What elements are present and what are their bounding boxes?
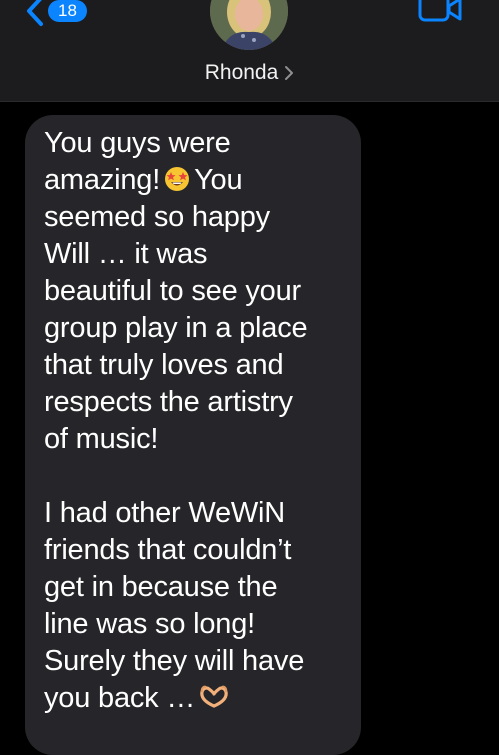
contact-avatar[interactable]: [210, 0, 288, 50]
back-button[interactable]: 18: [24, 0, 87, 28]
chevron-right-icon: [285, 66, 294, 80]
message-line: Will … it was: [44, 238, 208, 270]
message-line: amazing! You: [44, 162, 343, 199]
message-text: amazing!: [44, 164, 161, 196]
message-line: I had other WeWiN: [44, 497, 286, 529]
message-line: that truly loves and: [44, 349, 284, 381]
heart-hands-emoji-icon: [199, 684, 228, 710]
message-line: group play in a place: [44, 312, 308, 344]
avatar-photo: [210, 0, 288, 50]
star-struck-emoji-icon: [164, 166, 190, 192]
unread-count-badge: 18: [48, 0, 87, 22]
conversation-header: 18 Rhonda: [0, 0, 499, 102]
video-camera-icon: [418, 0, 462, 22]
message-line: you back …: [44, 680, 343, 717]
message-line: You guys were: [44, 127, 231, 159]
message-line: line was so long!: [44, 608, 255, 640]
chevron-left-icon: [27, 0, 43, 26]
message-text: you back …: [44, 682, 196, 714]
message-line: seemed so happy: [44, 201, 270, 233]
message-bubble[interactable]: You guys were amazing! You seemed so hap…: [25, 115, 361, 755]
message-line: get in because the: [44, 571, 278, 603]
message-line: friends that couldn’t: [44, 534, 292, 566]
contact-name-button[interactable]: Rhonda: [0, 61, 499, 85]
message-line: beautiful to see your: [44, 275, 301, 307]
message-line: Surely they will have: [44, 645, 305, 677]
contact-name: Rhonda: [204, 61, 279, 84]
message-line: of music!: [44, 423, 159, 455]
facetime-video-button[interactable]: [418, 0, 464, 24]
message-line: respects the artistry: [44, 386, 293, 418]
message-text: You: [194, 164, 243, 196]
